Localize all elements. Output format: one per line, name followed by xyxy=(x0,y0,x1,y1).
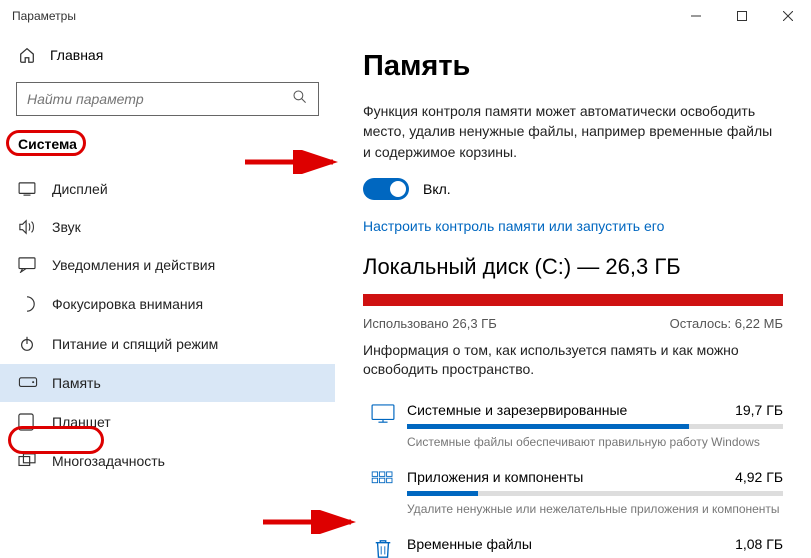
notifications-icon xyxy=(18,257,38,273)
home-icon xyxy=(18,46,38,64)
cat-name: Временные файлы xyxy=(407,536,532,552)
nav-item-storage[interactable]: Память xyxy=(0,364,335,402)
nav-label: Планшет xyxy=(52,414,111,430)
disk-title: Локальный диск (C:) — 26,3 ГБ xyxy=(363,254,783,280)
nav-label: Память xyxy=(52,375,101,391)
nav-item-focus[interactable]: Фокусировка внимания xyxy=(0,284,335,324)
cat-bar xyxy=(407,424,783,429)
trash-icon xyxy=(363,538,403,558)
configure-storage-sense-link[interactable]: Настроить контроль памяти или запустить … xyxy=(363,218,783,234)
disk-usage-text: Использовано 26,3 ГБ Осталось: 6,22 МБ xyxy=(363,316,783,331)
maximize-button[interactable] xyxy=(719,0,765,32)
nav-item-notifications[interactable]: Уведомления и действия xyxy=(0,246,335,284)
usage-info: Информация о том, как используется памят… xyxy=(363,341,783,380)
sidebar: Главная Система Дисплей Звук Уведомления… xyxy=(0,32,335,558)
cat-size: 1,08 ГБ xyxy=(735,536,783,552)
search-icon xyxy=(292,89,308,110)
page-title: Память xyxy=(363,50,783,83)
nav-item-multitask[interactable]: Многозадачность xyxy=(0,442,335,480)
disk-usage-bar xyxy=(363,294,783,306)
cat-bar xyxy=(407,491,783,496)
section-header-system: Система xyxy=(0,130,335,158)
category-temp-files[interactable]: Временные файлы1,08 ГБ Выберите временны… xyxy=(363,532,783,558)
sound-icon xyxy=(18,219,38,235)
nav-item-power[interactable]: Питание и спящий режим xyxy=(0,324,335,364)
main-panel: Память Функция контроля памяти может авт… xyxy=(335,32,811,558)
category-apps[interactable]: Приложения и компоненты 4,92 ГБ Удалите н… xyxy=(363,465,783,520)
nav-label: Уведомления и действия xyxy=(52,257,215,273)
power-icon xyxy=(18,335,38,353)
close-button[interactable] xyxy=(765,0,811,32)
nav-label: Фокусировка внимания xyxy=(52,296,203,312)
disk-used: Использовано 26,3 ГБ xyxy=(363,316,497,331)
home-button[interactable]: Главная xyxy=(0,40,335,74)
nav-item-display[interactable]: Дисплей xyxy=(0,170,335,208)
multitask-icon xyxy=(18,453,38,469)
display-icon xyxy=(18,182,38,196)
window-title: Параметры xyxy=(12,9,76,23)
focus-icon xyxy=(18,295,38,313)
storage-icon xyxy=(18,377,38,389)
system-icon xyxy=(363,404,403,424)
nav-label: Дисплей xyxy=(52,181,108,197)
cat-size: 19,7 ГБ xyxy=(735,402,783,418)
nav-item-sound[interactable]: Звук xyxy=(0,208,335,246)
category-system[interactable]: Системные и зарезервированные 19,7 ГБ Сис… xyxy=(363,398,783,453)
nav-label: Питание и спящий режим xyxy=(52,336,218,352)
apps-icon xyxy=(363,471,403,489)
toggle-label: Вкл. xyxy=(423,181,451,197)
search-input[interactable] xyxy=(27,91,292,107)
storage-sense-description: Функция контроля памяти может автоматиче… xyxy=(363,101,783,162)
cat-size: 4,92 ГБ xyxy=(735,469,783,485)
nav-label: Многозадачность xyxy=(52,453,165,469)
tablet-icon xyxy=(18,413,38,431)
nav-label: Звук xyxy=(52,219,81,235)
cat-sub: Удалите ненужные или нежелательные прило… xyxy=(407,502,783,516)
minimize-button[interactable] xyxy=(673,0,719,32)
storage-sense-toggle[interactable] xyxy=(363,178,409,200)
cat-name: Приложения и компоненты xyxy=(407,469,583,485)
cat-sub: Системные файлы обеспечивают правильную … xyxy=(407,435,783,449)
nav-item-tablet[interactable]: Планшет xyxy=(0,402,335,442)
home-label: Главная xyxy=(50,47,103,63)
cat-name: Системные и зарезервированные xyxy=(407,402,627,418)
disk-free: Осталось: 6,22 МБ xyxy=(670,316,783,331)
search-box[interactable] xyxy=(16,82,319,116)
title-bar: Параметры xyxy=(0,0,811,32)
